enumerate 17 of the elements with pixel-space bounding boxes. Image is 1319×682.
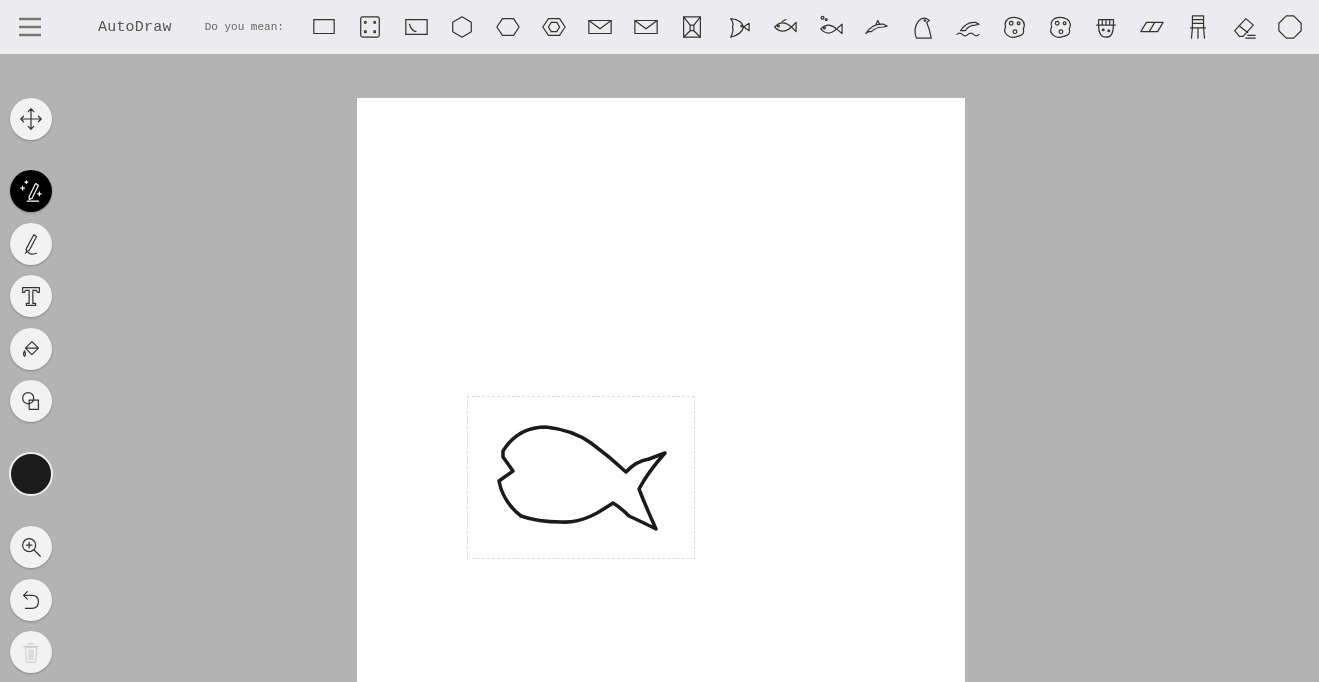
move-icon	[18, 106, 44, 132]
octagon-icon	[1276, 13, 1303, 41]
shapes-button[interactable]	[10, 380, 52, 422]
pencil-button[interactable]	[10, 222, 52, 265]
paint-bucket-button[interactable]	[10, 327, 52, 370]
octagon-suggestion[interactable]	[1276, 13, 1303, 41]
zoom-in-button[interactable]	[10, 526, 52, 568]
text-button[interactable]	[10, 275, 52, 317]
color-swatch[interactable]	[9, 452, 53, 496]
undo-button[interactable]	[10, 578, 52, 621]
suggestion-prompt: Do you mean:	[204, 21, 284, 33]
selection-box[interactable]	[467, 396, 695, 559]
pencil-sparkle-button[interactable]	[10, 170, 52, 212]
menu-icon[interactable]	[19, 17, 41, 37]
move-button[interactable]	[10, 98, 52, 140]
app-title: AutoDraw	[98, 18, 172, 36]
pencil-sparkle-icon	[18, 178, 44, 204]
